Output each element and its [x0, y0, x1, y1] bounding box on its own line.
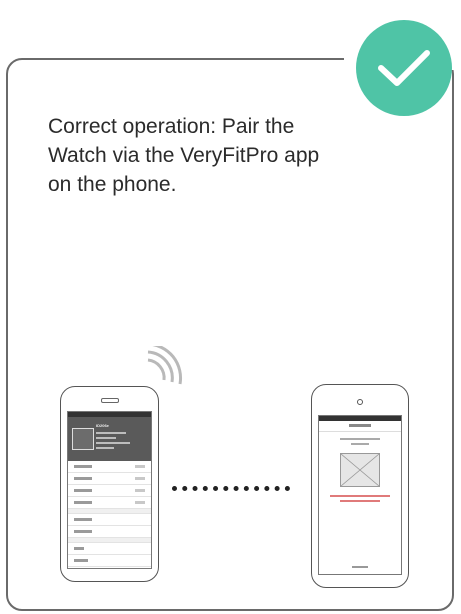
menu-row — [68, 526, 151, 538]
device-header: ID206e — [68, 417, 151, 461]
menu-row — [68, 514, 151, 526]
phone-pairing-screen — [311, 384, 409, 588]
device-name: ID206e — [96, 423, 109, 428]
menu-row — [68, 461, 151, 473]
nav-bar — [319, 421, 401, 432]
menu-row — [68, 497, 151, 509]
dotted-connection-line — [172, 486, 290, 491]
checkmark-icon — [378, 50, 430, 86]
phone-app-screen: ID206e — [60, 386, 159, 582]
device-info: ID206e — [96, 423, 149, 452]
check-badge — [356, 20, 452, 116]
menu-row — [68, 473, 151, 485]
bottom-link — [352, 566, 368, 568]
device-thumbnail — [72, 428, 94, 450]
device-image-placeholder — [340, 453, 380, 487]
phone-speaker — [100, 398, 119, 403]
menu-row — [68, 555, 151, 567]
menu-row — [68, 543, 151, 555]
instruction-caption: Correct operation: Pair the Watch via th… — [48, 115, 320, 196]
phone-screen — [318, 415, 402, 575]
menu-row — [68, 567, 151, 568]
menu-row — [68, 485, 151, 497]
phone-screen: ID206e — [67, 411, 152, 569]
phone-camera — [357, 399, 363, 405]
